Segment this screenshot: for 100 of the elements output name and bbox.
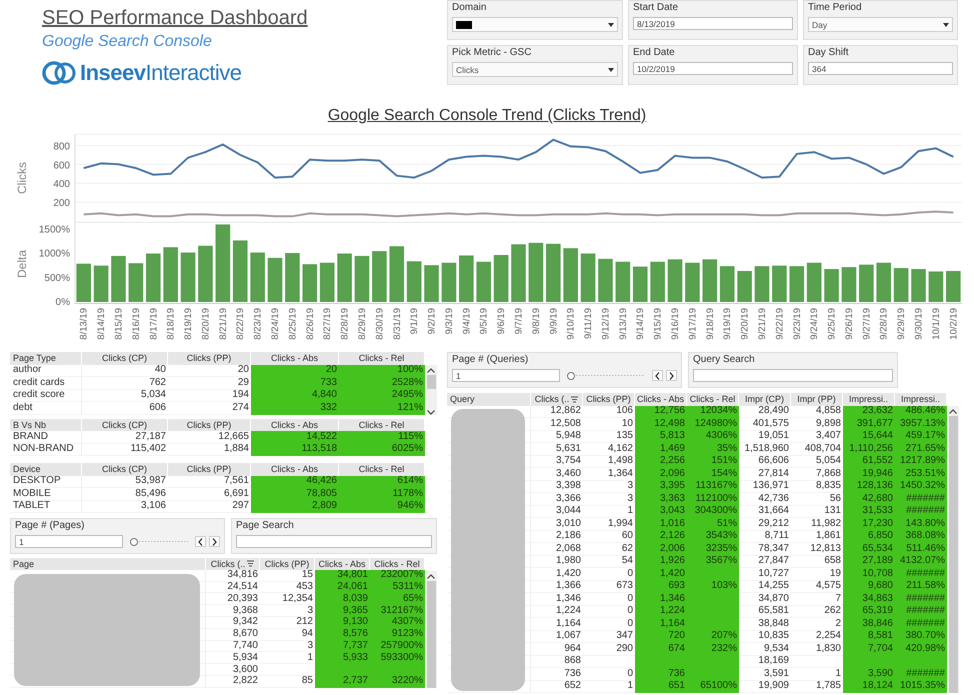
dropdown[interactable]: Clicks <box>452 62 618 77</box>
dropdown[interactable] <box>452 17 618 32</box>
table-cell: debt <box>10 402 82 414</box>
column-header[interactable]: Clicks (CP) <box>82 463 168 476</box>
bar <box>250 252 265 302</box>
scrollbar[interactable] <box>425 571 437 688</box>
bar <box>442 262 456 302</box>
column-header[interactable]: B Vs Nb <box>10 418 82 431</box>
date-label: 9/4/19 <box>461 308 472 334</box>
column-header[interactable]: Clicks (PP) <box>168 463 251 476</box>
column-header[interactable]: Clicks (PP) <box>260 558 315 570</box>
page-number-field[interactable]: 1 <box>452 369 560 382</box>
column-header[interactable]: Clicks (CP) <box>82 352 168 364</box>
previous-button[interactable] <box>195 536 206 547</box>
column-header[interactable]: Page <box>10 558 206 570</box>
next-button[interactable] <box>209 536 220 547</box>
filter-label: End Date <box>633 47 676 59</box>
dropdown[interactable]: Day <box>808 17 953 32</box>
table-cell: 42,680 <box>843 493 895 506</box>
bar <box>772 266 787 302</box>
caret-icon <box>608 68 614 72</box>
chevron-left-icon <box>655 372 660 380</box>
table-cell: 312167% <box>370 605 425 617</box>
table-cell: 20,393 <box>206 593 260 606</box>
chevron-right-icon <box>212 538 217 546</box>
table-cell: 1,224 <box>531 606 583 618</box>
column-header[interactable]: Page Type <box>10 352 82 364</box>
scroll-up-icon[interactable] <box>427 574 435 579</box>
scrollbar[interactable] <box>947 406 959 693</box>
scroll-up-icon[interactable] <box>427 368 435 373</box>
table-cell: 1178% <box>339 488 425 500</box>
column-header[interactable]: Clicks (PP) <box>168 352 251 364</box>
column-header[interactable]: Clicks - Rel <box>339 418 425 431</box>
table-cell: BRAND <box>10 431 82 444</box>
scroll-up-icon[interactable] <box>949 409 957 414</box>
slider-thumb[interactable] <box>567 372 575 380</box>
table-cell: 1450.32% <box>895 480 947 493</box>
bar <box>337 254 352 302</box>
scroll-down-icon[interactable] <box>427 410 435 414</box>
table-cell: 121% <box>339 402 425 414</box>
table-cell: 1,067 <box>531 630 583 643</box>
table-cell: 78,347 <box>739 543 791 556</box>
tick-label: 800 <box>53 141 70 152</box>
column-header[interactable]: Device <box>10 463 82 476</box>
table-cell: 10,727 <box>739 568 791 580</box>
column-header[interactable]: Impr (PP) <box>791 393 843 406</box>
table-cell: NON-BRAND <box>10 444 82 456</box>
column-header[interactable]: Clicks - Rel <box>339 352 425 364</box>
table-cell: ####### <box>895 618 947 630</box>
scrollbar-thumb[interactable] <box>426 375 436 389</box>
date-label: 8/13/19 <box>78 308 90 340</box>
table-cell: 9,680 <box>843 580 895 593</box>
column-header[interactable]: Clicks (PP) <box>583 393 635 406</box>
bar <box>163 247 178 302</box>
table-cell: 1,016 <box>635 518 687 530</box>
slider-thumb[interactable] <box>130 538 138 546</box>
table-cell: 693 <box>635 580 687 593</box>
table-cell: 31,664 <box>739 506 791 518</box>
date-label: 9/22/19 <box>774 308 786 340</box>
scrollbar-thumb[interactable] <box>948 416 958 693</box>
table-cell: 6025% <box>339 444 425 456</box>
table-cell: 674 <box>635 643 687 656</box>
column-header[interactable]: Clicks - Rel <box>370 558 425 570</box>
table-cell: 78,805 <box>251 488 339 500</box>
column-header[interactable]: Impressi.. <box>843 393 895 406</box>
column-header[interactable]: Clicks - Abs <box>315 558 370 570</box>
column-header[interactable]: Clicks - Abs <box>251 352 339 364</box>
column-header[interactable]: Clicks - Abs <box>251 463 339 476</box>
previous-button[interactable] <box>652 370 663 381</box>
bar <box>894 268 908 302</box>
search-field[interactable] <box>236 535 432 548</box>
search-field[interactable] <box>693 369 893 382</box>
column-header[interactable]: Clicks (.. <box>206 558 260 570</box>
column-header[interactable]: Clicks - Rel <box>687 393 739 406</box>
bar <box>511 244 526 302</box>
input-field[interactable]: 364 <box>808 62 953 75</box>
column-header[interactable]: Clicks (.. <box>531 393 583 406</box>
scrollbar-thumb[interactable] <box>426 581 436 688</box>
filter-label: Pick Metric - GSC <box>452 47 532 59</box>
logo-text: InseevInteractive <box>80 60 242 86</box>
scrollbar[interactable] <box>425 365 437 414</box>
table-cell: 65,534 <box>843 543 895 556</box>
column-header[interactable]: Clicks - Rel <box>339 463 425 476</box>
column-header[interactable]: Clicks - Abs <box>635 393 687 406</box>
bar <box>424 265 439 302</box>
column-header[interactable]: Query <box>447 393 531 406</box>
input-field[interactable]: 10/2/2019 <box>633 62 793 75</box>
table-cell: 3,366 <box>531 493 583 506</box>
column-header[interactable]: Impr (CP) <box>739 393 791 406</box>
table-cell: 3,395 <box>635 480 687 493</box>
column-header[interactable]: Clicks (PP) <box>168 418 251 431</box>
page-number-field[interactable]: 1 <box>15 535 123 548</box>
tick-label: 200 <box>53 198 70 210</box>
table-cell: 2,822 <box>206 676 260 688</box>
column-header[interactable]: Clicks (CP) <box>82 418 168 431</box>
table-cell: 27,189 <box>843 556 895 568</box>
column-header[interactable]: Impressi.. <box>895 393 947 406</box>
input-field[interactable]: 8/13/2019 <box>633 17 793 30</box>
column-header[interactable]: Clicks - Abs <box>251 418 339 431</box>
next-button[interactable] <box>666 370 677 381</box>
